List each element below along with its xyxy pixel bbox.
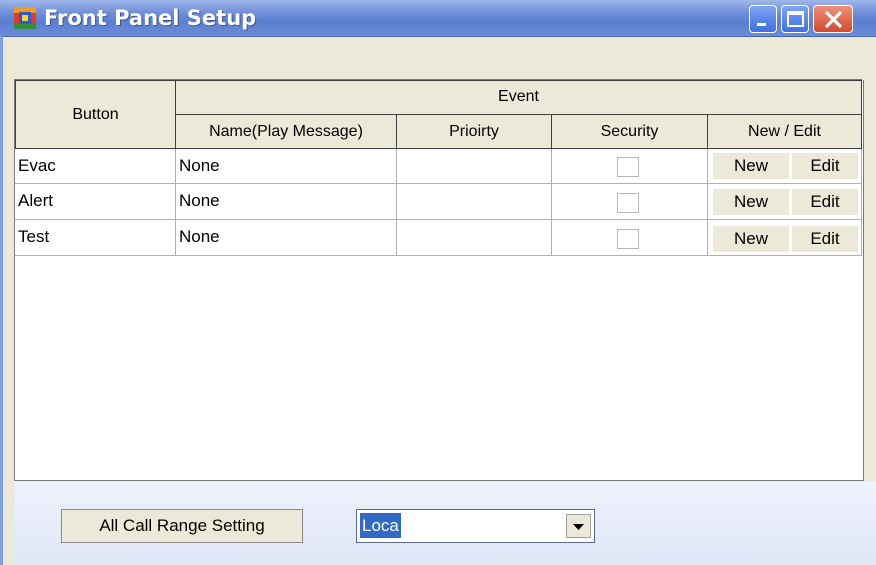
header-event: Event bbox=[175, 80, 862, 115]
front-panel-setup-window: Front Panel Setup Button Event Name(Play… bbox=[0, 0, 876, 565]
edit-button[interactable]: Edit bbox=[792, 189, 858, 215]
security-checkbox[interactable] bbox=[617, 193, 639, 213]
window-title: Front Panel Setup bbox=[44, 6, 257, 30]
cell-priority[interactable] bbox=[397, 220, 552, 256]
header-name: Name(Play Message) bbox=[175, 114, 397, 149]
new-button[interactable]: New bbox=[713, 153, 789, 179]
chevron-down-icon bbox=[573, 524, 584, 530]
security-checkbox[interactable] bbox=[617, 157, 639, 177]
new-button[interactable]: New bbox=[713, 226, 789, 252]
cell-name[interactable]: None bbox=[176, 220, 397, 256]
security-checkbox[interactable] bbox=[617, 229, 639, 249]
dropdown-button[interactable] bbox=[566, 514, 591, 538]
cell-button[interactable]: Test bbox=[15, 220, 176, 256]
maximize-icon bbox=[787, 11, 804, 27]
title-bar[interactable]: Front Panel Setup bbox=[0, 0, 876, 37]
range-select-value: Loca bbox=[359, 512, 402, 539]
header-button: Button bbox=[15, 80, 176, 149]
all-call-range-setting-button[interactable]: All Call Range Setting bbox=[61, 509, 303, 543]
cell-button[interactable]: Alert bbox=[15, 184, 176, 220]
cell-name[interactable]: None bbox=[176, 149, 397, 184]
range-select[interactable]: Loca bbox=[356, 509, 595, 543]
header-new-edit: New / Edit bbox=[707, 114, 862, 149]
app-icon bbox=[14, 7, 36, 29]
header-priority: Prioirty bbox=[396, 114, 552, 149]
window-frame-left bbox=[0, 36, 3, 565]
cell-priority[interactable] bbox=[397, 149, 552, 184]
cell-priority[interactable] bbox=[397, 184, 552, 220]
edit-button[interactable]: Edit bbox=[792, 153, 858, 179]
header-security: Security bbox=[551, 114, 708, 149]
new-button[interactable]: New bbox=[713, 189, 789, 215]
maximize-button[interactable] bbox=[781, 5, 809, 33]
close-button[interactable] bbox=[813, 5, 853, 33]
minimize-icon bbox=[757, 23, 766, 26]
cell-button[interactable]: Evac bbox=[15, 149, 176, 184]
edit-button[interactable]: Edit bbox=[792, 226, 858, 252]
cell-name[interactable]: None bbox=[176, 184, 397, 220]
minimize-button[interactable] bbox=[749, 5, 777, 33]
close-icon bbox=[824, 10, 843, 29]
